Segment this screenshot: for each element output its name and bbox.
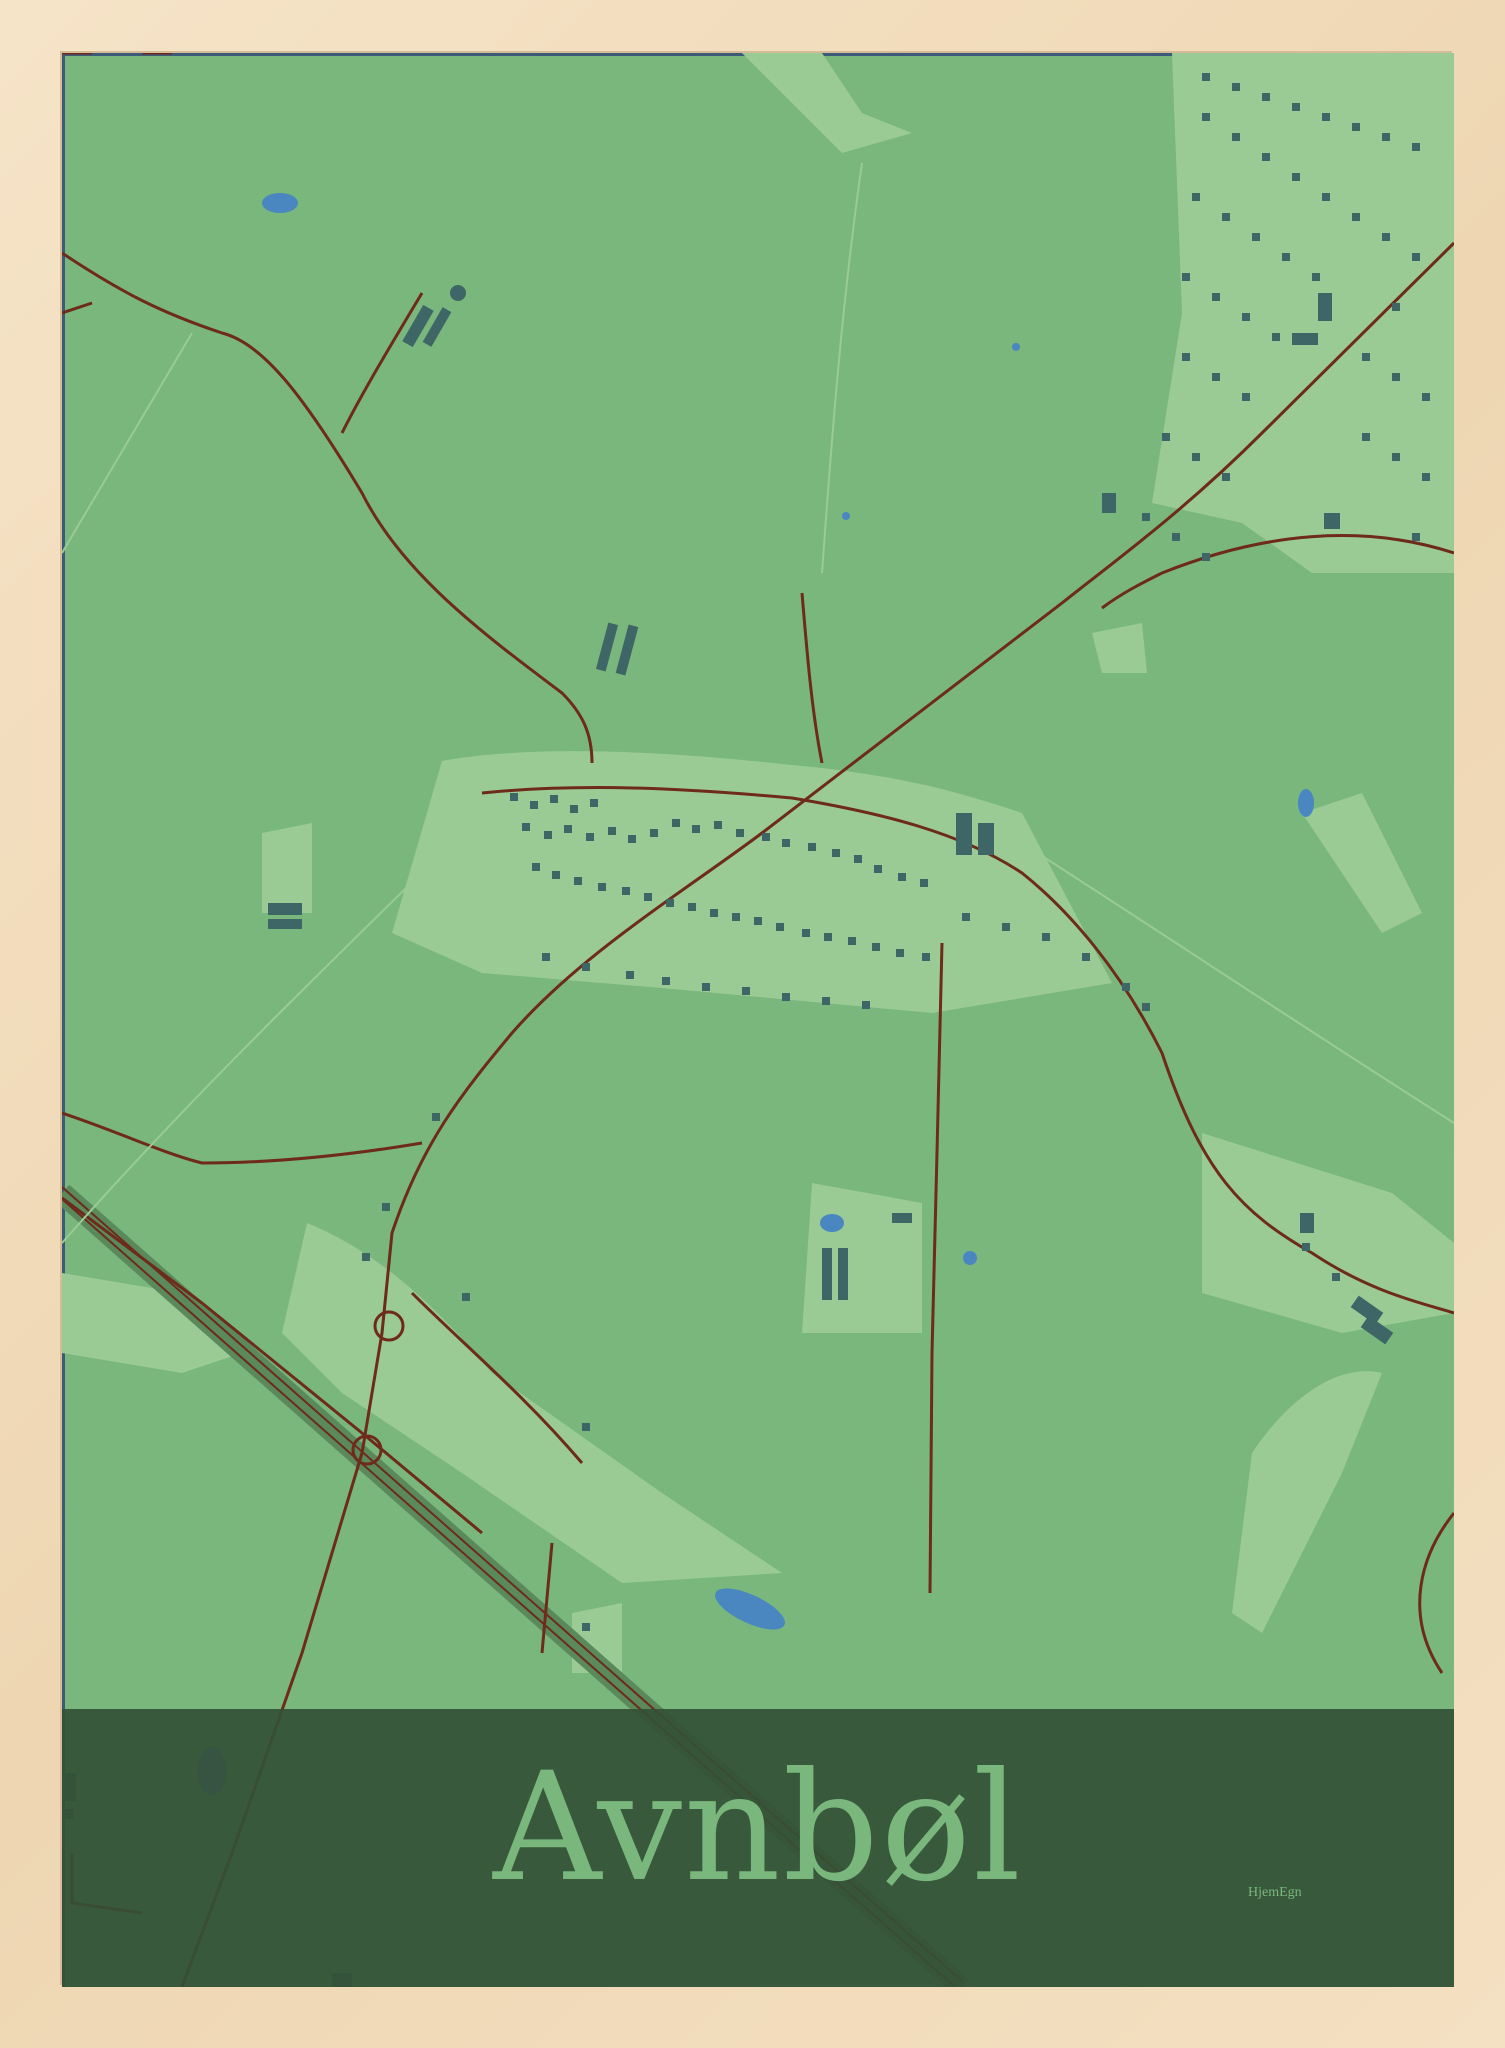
map-canvas [62,53,1454,1987]
map-poster: Avnbøl HjemEgn [62,53,1454,1987]
urban-areas [62,53,1454,1673]
poster-title: Avnbøl [493,1741,1023,1915]
brand-logo: HjemEgn [1248,1885,1302,1900]
